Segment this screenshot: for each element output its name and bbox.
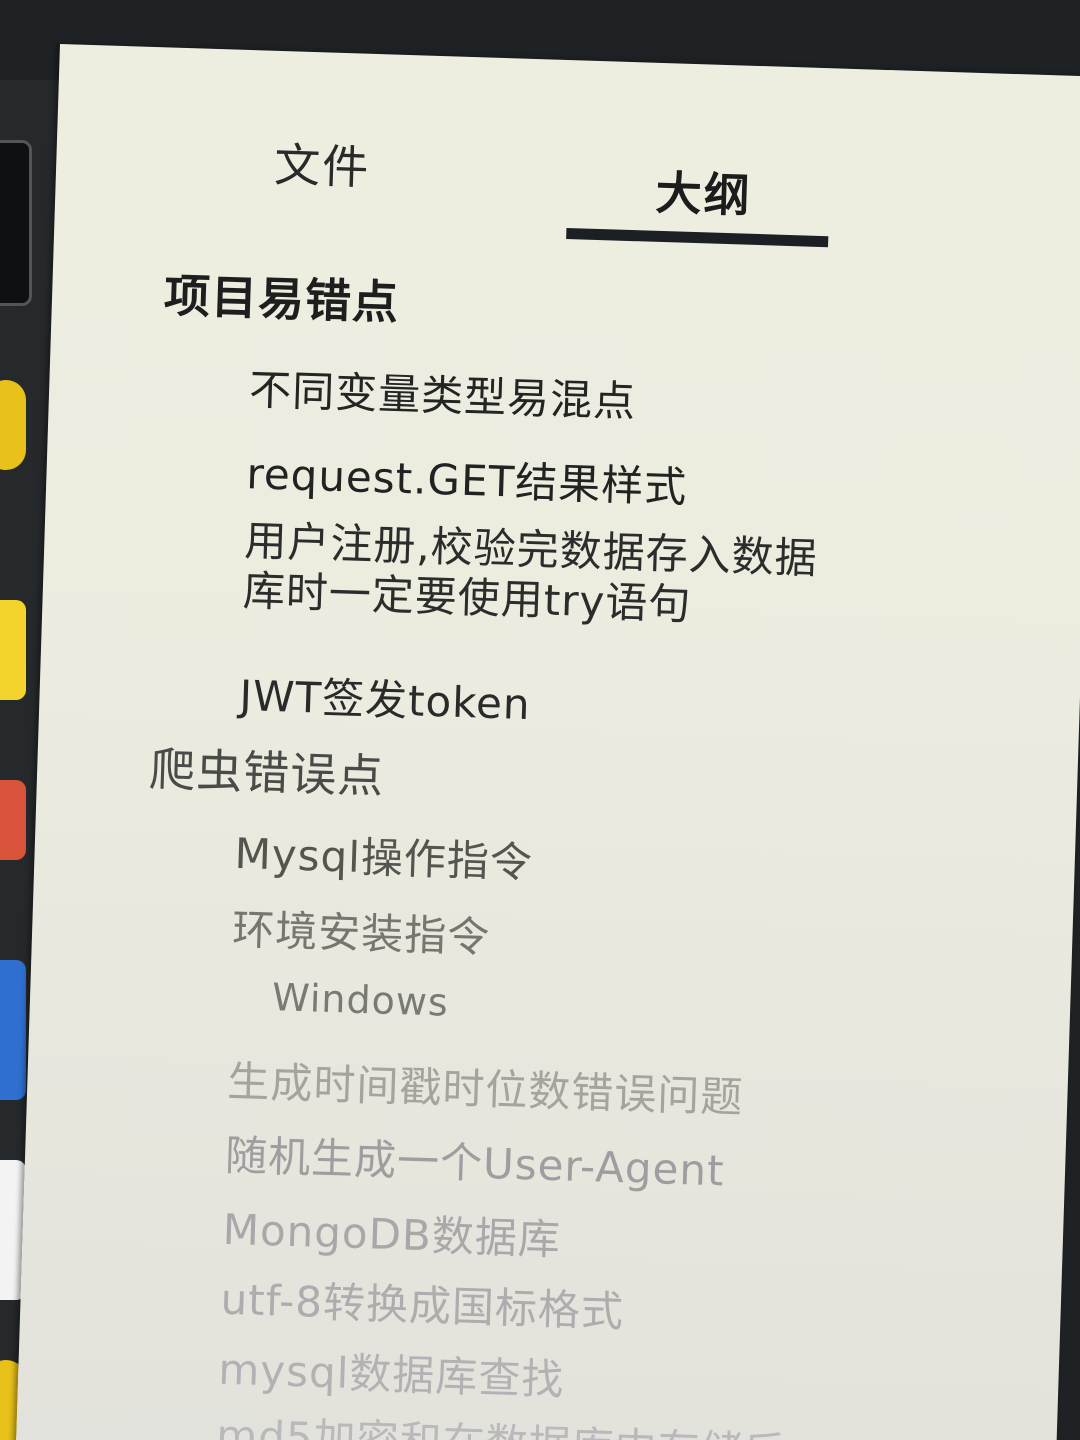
tab-files[interactable]: 文件	[273, 129, 371, 198]
outline-item[interactable]: 环境安装指令	[231, 896, 491, 965]
outline-item[interactable]: md5加密和在数据库中存储后	[216, 1402, 788, 1440]
sidebar-panel: 文件 大纲 项目易错点 不同变量类型易混点 request.GET结果样式 用户…	[15, 44, 1080, 1440]
outline-item[interactable]: Windows	[271, 975, 449, 1025]
outline-item[interactable]: utf-8转换成国标格式	[220, 1266, 625, 1340]
app-icon[interactable]	[0, 780, 26, 860]
outline-item[interactable]: 生成时间戳时位数错误问题	[227, 1048, 745, 1125]
outline-item[interactable]: 项目易错点	[163, 259, 400, 332]
outline-item[interactable]: MongoDB数据库	[222, 1196, 562, 1268]
outline-item[interactable]: mysql数据库查找	[218, 1336, 566, 1408]
outline-item[interactable]: 不同变量类型易混点	[248, 356, 637, 429]
outline-item[interactable]: request.GET结果样式	[246, 440, 688, 515]
outline-item[interactable]: 随机生成一个User-Agent	[224, 1122, 725, 1199]
app-icon[interactable]	[0, 600, 26, 700]
tab-outline[interactable]: 大纲	[655, 157, 753, 226]
app-icon[interactable]	[0, 140, 32, 306]
outline-item[interactable]: JWT签发token	[239, 662, 532, 732]
outline-item[interactable]: 用户注册,校验完数据存入数据库时一定要使用try语句	[242, 516, 845, 635]
app-icon[interactable]	[0, 380, 26, 470]
active-tab-indicator	[566, 227, 829, 248]
screen: 文件 大纲 项目易错点 不同变量类型易混点 request.GET结果样式 用户…	[0, 0, 1080, 1440]
outline-item[interactable]: Mysql操作指令	[234, 820, 534, 890]
app-icon[interactable]	[0, 960, 26, 1100]
outline-item[interactable]: 爬虫错误点	[148, 733, 385, 806]
sidebar-tabs: 文件 大纲	[53, 44, 1080, 287]
